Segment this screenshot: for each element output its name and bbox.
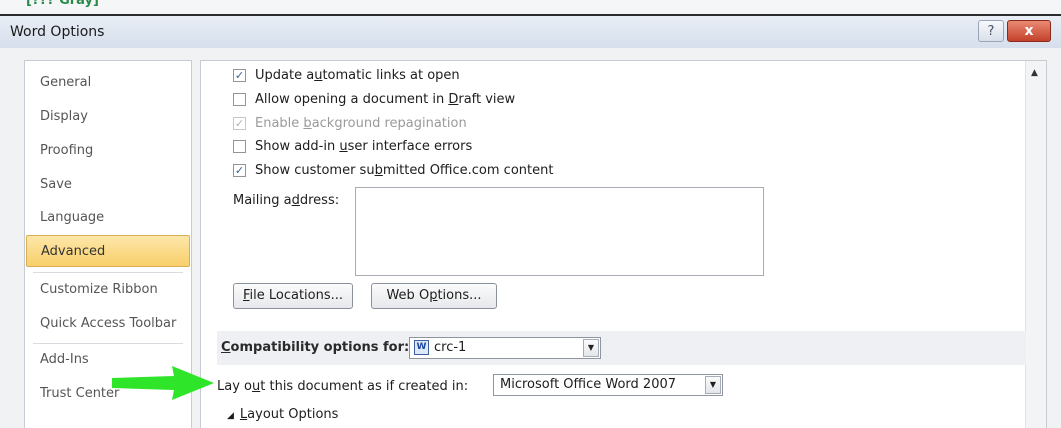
mailing-address-input[interactable] xyxy=(355,187,764,276)
sidebar-divider xyxy=(33,272,183,273)
option-label: Show customer submitted Office.com conte… xyxy=(255,163,554,178)
chevron-down-icon[interactable]: ▼ xyxy=(705,376,721,394)
cropped-header-text: [??? Gray] xyxy=(26,0,99,8)
window-top-edge: [??? Gray] xyxy=(0,0,1061,14)
layout-version-select[interactable]: Microsoft Office Word 2007 ▼ xyxy=(493,374,723,396)
arrow-shape xyxy=(112,366,214,400)
window-title: Word Options xyxy=(10,24,105,40)
checkbox[interactable] xyxy=(233,140,246,153)
sidebar-item-customize-ribbon[interactable]: Customize Ribbon xyxy=(26,274,190,306)
web-options-button[interactable]: Web Options... xyxy=(371,283,497,309)
layout-created-in-label: Lay out this document as if created in: xyxy=(217,379,469,394)
sidebar-item-general[interactable]: General xyxy=(26,67,190,99)
option-label: Update automatic links at open xyxy=(255,68,460,83)
expand-triangle-icon: ◢ xyxy=(227,411,234,421)
scroll-up-arrow-icon[interactable]: ▲ xyxy=(1031,68,1038,78)
sidebar-item-save[interactable]: Save xyxy=(26,169,190,201)
compatibility-section-header: Compatibility options for: W crc-1 ▼ xyxy=(217,331,1026,365)
checkbox[interactable] xyxy=(233,93,246,106)
file-locations-button[interactable]: File Locations... xyxy=(233,283,353,309)
sidebar-item-display[interactable]: Display xyxy=(26,101,190,133)
sidebar-item-advanced[interactable]: Advanced xyxy=(26,235,190,267)
advanced-options-panel: ▲ ✓ Update automatic links at open Allow… xyxy=(200,60,1047,428)
compatibility-options-label: Compatibility options for: xyxy=(221,340,410,355)
chevron-down-icon[interactable]: ▼ xyxy=(583,339,599,357)
compatibility-document-select[interactable]: W crc-1 ▼ xyxy=(409,337,601,359)
help-button[interactable]: ? xyxy=(978,20,1004,42)
title-bar: Word Options ? x xyxy=(0,14,1061,48)
checkbox: ✓ xyxy=(233,117,246,130)
checkbox[interactable]: ✓ xyxy=(233,69,246,82)
word-document-icon: W xyxy=(414,340,429,355)
option-label: Show add-in user interface errors xyxy=(255,139,473,154)
green-annotation-arrow-icon xyxy=(112,366,214,400)
vertical-scrollbar[interactable]: ▲ xyxy=(1025,61,1046,428)
checkbox[interactable]: ✓ xyxy=(233,164,246,177)
selected-document-name: crc-1 xyxy=(434,340,467,355)
selected-layout-version: Microsoft Office Word 2007 xyxy=(500,377,677,392)
layout-options-expander[interactable]: ◢ Layout Options xyxy=(227,407,338,422)
mailing-address-label: Mailing address: xyxy=(233,193,340,208)
sidebar-item-quick-access-toolbar[interactable]: Quick Access Toolbar xyxy=(26,308,190,340)
close-button[interactable]: x xyxy=(1007,20,1051,42)
option-label: Allow opening a document in Draft view xyxy=(255,92,516,107)
sidebar-item-proofing[interactable]: Proofing xyxy=(26,135,190,167)
option-label: Enable background repagination xyxy=(255,116,467,131)
sidebar-item-language[interactable]: Language xyxy=(26,202,190,234)
